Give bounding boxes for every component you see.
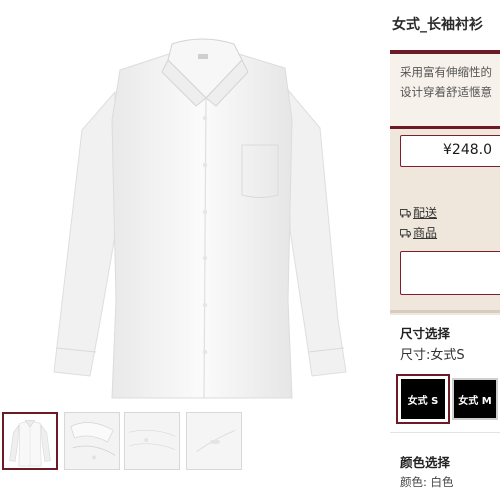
- shirt-thumbnail-icon: [9, 420, 51, 467]
- size-option-m[interactable]: 女式 M: [452, 378, 498, 420]
- thumbnail-1[interactable]: [2, 412, 58, 470]
- cuff-detail-thumbnail-icon: [187, 413, 241, 469]
- product-link[interactable]: 商品: [400, 224, 437, 241]
- product-description: 采用富有伸缩性的 设计穿着舒适惬意: [390, 54, 500, 126]
- shirt-image: [53, 38, 347, 399]
- color-current-value: 颜色: 白色: [400, 475, 454, 489]
- truck-icon: [400, 209, 411, 218]
- thumbnail-2[interactable]: [64, 412, 120, 470]
- quantity-input[interactable]: [400, 251, 500, 295]
- main-product-image[interactable]: [20, 0, 370, 405]
- delivery-link[interactable]: 配送: [400, 204, 437, 221]
- box-icon: [400, 229, 411, 238]
- thumbnail-strip: [0, 412, 390, 500]
- price-value: ¥248.0: [443, 142, 492, 158]
- price-box: ¥248.0: [400, 135, 500, 167]
- size-current-value: 尺寸:女式S: [400, 348, 465, 363]
- size-option-s[interactable]: 女式 S: [396, 374, 450, 424]
- purchase-area: ¥248.0 配送 商品: [390, 129, 500, 315]
- collar-detail-thumbnail-icon: [65, 413, 119, 469]
- delivery-label: 配送: [413, 206, 438, 220]
- fabric-detail-thumbnail-icon: [125, 413, 179, 469]
- product-page: 女式_长袖衬衫 采用富有伸缩性的 设计穿着舒适惬意 ¥248.0 配送 商品 尺…: [0, 0, 500, 500]
- thumbnail-3[interactable]: [124, 412, 180, 470]
- product-gallery: [0, 0, 390, 500]
- description-line: 设计穿着舒适惬意: [400, 85, 492, 99]
- size-heading: 尺寸选择: [400, 326, 451, 341]
- product-info-panel: 女式_长袖衬衫 采用富有伸缩性的 设计穿着舒适惬意 ¥248.0 配送 商品 尺…: [390, 0, 500, 500]
- description-line: 采用富有伸缩性的: [400, 65, 492, 79]
- product-title: 女式_长袖衬衫: [392, 17, 483, 33]
- thumbnail-4[interactable]: [186, 412, 242, 470]
- size-divider: [390, 432, 500, 433]
- product-label: 商品: [413, 226, 438, 240]
- color-heading: 颜色选择: [400, 455, 451, 470]
- purchase-divider: [390, 310, 500, 313]
